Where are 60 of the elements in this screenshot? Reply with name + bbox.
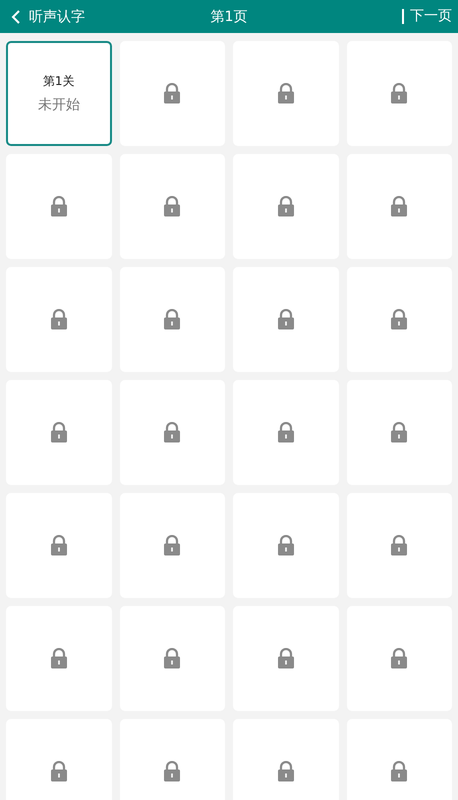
locked-level-card[interactable] <box>233 267 338 372</box>
lock-icon <box>50 422 68 443</box>
locked-level-card[interactable] <box>6 380 112 485</box>
lock-icon <box>390 309 408 330</box>
lock-icon <box>163 83 182 104</box>
lock-icon <box>50 648 68 669</box>
page-number: 第1页 <box>210 8 248 26</box>
locked-level-card[interactable] <box>6 493 112 598</box>
locked-level-card[interactable] <box>233 606 338 711</box>
locked-level-card[interactable] <box>346 493 452 598</box>
locked-level-card[interactable] <box>120 154 225 259</box>
locked-level-card[interactable] <box>233 719 338 800</box>
locked-level-card[interactable] <box>6 154 112 259</box>
screen-title: 听声认字 <box>29 8 85 26</box>
locked-level-card[interactable] <box>6 606 112 711</box>
lock-icon <box>50 309 68 330</box>
locked-level-card[interactable] <box>346 267 452 372</box>
locked-level-card[interactable] <box>120 606 225 711</box>
level-title: 第1关 <box>42 73 75 90</box>
lock-icon <box>163 422 182 443</box>
locked-level-card[interactable] <box>6 719 112 800</box>
lock-icon <box>276 196 295 217</box>
level-card[interactable]: 第1关 未开始 <box>6 41 112 146</box>
lock-icon <box>163 535 182 556</box>
lock-icon <box>390 196 408 217</box>
locked-level-card[interactable] <box>6 267 112 372</box>
lock-icon <box>163 309 182 330</box>
locked-level-card[interactable] <box>346 719 452 800</box>
lock-icon <box>276 422 295 443</box>
lock-icon <box>390 648 408 669</box>
locked-level-card[interactable] <box>233 41 338 146</box>
lock-icon <box>163 648 182 669</box>
lock-icon <box>390 422 408 443</box>
locked-level-card[interactable] <box>120 380 225 485</box>
locked-level-card[interactable] <box>120 41 225 146</box>
lock-icon <box>50 196 68 217</box>
lock-icon <box>276 535 295 556</box>
locked-level-card[interactable] <box>120 719 225 800</box>
locked-level-card[interactable] <box>346 380 452 485</box>
lock-icon <box>390 83 408 104</box>
locked-level-card[interactable] <box>346 154 452 259</box>
locked-level-card[interactable] <box>346 606 452 711</box>
lock-icon <box>50 535 68 556</box>
level-status: 未开始 <box>38 96 80 114</box>
locked-level-card[interactable] <box>346 41 452 146</box>
lock-icon <box>276 309 295 330</box>
lock-icon <box>276 761 295 782</box>
lock-icon <box>163 196 182 217</box>
locked-level-card[interactable] <box>233 380 338 485</box>
lock-icon <box>390 535 408 556</box>
locked-level-card[interactable] <box>233 493 338 598</box>
lock-icon <box>276 648 295 669</box>
lock-icon <box>276 83 295 104</box>
locked-level-card[interactable] <box>120 493 225 598</box>
locked-level-card[interactable] <box>120 267 225 372</box>
lock-icon <box>163 761 182 782</box>
lock-icon <box>390 761 408 782</box>
lock-icon <box>50 761 68 782</box>
next-page-button[interactable]: 下一页 <box>402 9 452 24</box>
locked-level-card[interactable] <box>233 154 338 259</box>
